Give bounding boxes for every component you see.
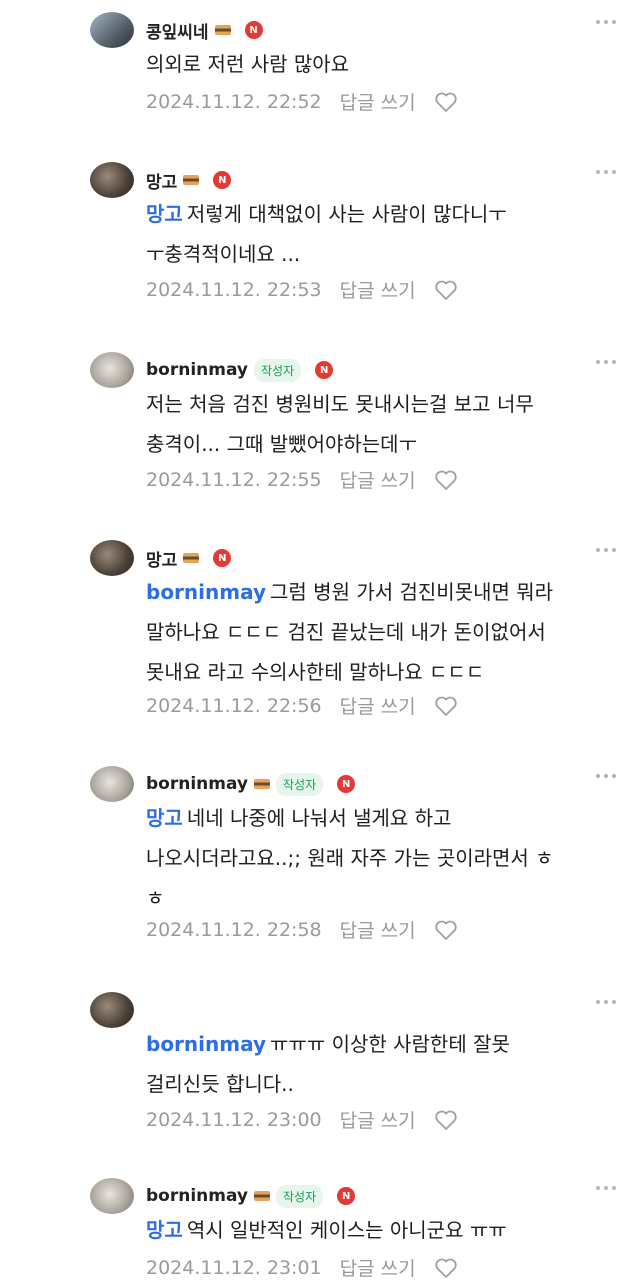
comment-line: 저는 처음 검진 병원비도 못내시는걸 보고 너무 — [146, 392, 534, 416]
mention-tag[interactable]: 망고 — [146, 806, 183, 830]
reply-button[interactable]: 답글 쓰기 — [340, 88, 416, 115]
timestamp: 2024.11.12. 22:53 — [146, 278, 322, 301]
avatar[interactable] — [90, 1178, 134, 1214]
nickname[interactable]: 콩잎씨네 — [146, 18, 209, 43]
comment-header: 망고 N — [146, 542, 232, 574]
new-badge: N — [213, 549, 232, 567]
heart-icon[interactable] — [434, 695, 458, 717]
author-badge: 작성자 — [276, 1184, 324, 1208]
comment-body: 망고 네네 나중에 나눠서 낼게요 하고 나오시더라고요..;; 원래 자주 가는… — [146, 798, 616, 918]
comment-meta: 2024.11.12. 23:01 답글 쓰기 — [146, 1254, 458, 1281]
mention-tag[interactable]: borninmay — [146, 1032, 266, 1056]
nickname[interactable]: borninmay — [146, 1186, 248, 1206]
heart-icon[interactable] — [434, 1257, 458, 1279]
nickname[interactable]: borninmay — [146, 774, 248, 794]
comment-header: borninmay 작성자 N — [146, 768, 356, 800]
comment-body: borninmay 그럼 병원 가서 검진비못내면 뭐라 말하나요 ㄷㄷㄷ 검진 … — [146, 572, 616, 692]
more-options-icon[interactable] — [596, 20, 616, 24]
comment-meta: 2024.11.12. 23:00 답글 쓰기 — [146, 1106, 458, 1133]
avatar[interactable] — [90, 12, 134, 48]
level-badge-icon — [183, 553, 200, 563]
avatar[interactable] — [90, 162, 134, 198]
comment-line: borninmay 그럼 병원 가서 검진비못내면 뭐라 — [146, 580, 554, 604]
comment-header: 콩잎씨네 N — [146, 14, 263, 46]
comment-line: 나오시더라고요..;; 원래 자주 가는 곳이라면서 ㅎ — [146, 846, 554, 870]
comment-line: ㅎ — [146, 886, 165, 910]
reply-button[interactable]: 답글 쓰기 — [340, 276, 416, 303]
comment-line: 망고 네네 나중에 나눠서 낼게요 하고 — [146, 806, 452, 830]
author-badge: 작성자 — [254, 358, 302, 382]
comment-line: 걸리신듯 합니다.. — [146, 1072, 294, 1096]
avatar[interactable] — [90, 766, 134, 802]
comment-meta: 2024.11.12. 22:52 답글 쓰기 — [146, 88, 458, 115]
avatar[interactable] — [90, 992, 134, 1028]
comment-line: borninmay ㅠㅠㅠ 이상한 사람한테 잘못 — [146, 1032, 510, 1056]
nickname[interactable]: 망고 — [146, 546, 177, 571]
comment-body: 의외로 저런 사람 많아요 — [146, 44, 616, 84]
mention-tag[interactable]: borninmay — [146, 580, 266, 604]
comment-line: 말하나요 ㄷㄷㄷ 검진 끝났는데 내가 돈이없어서 — [146, 620, 546, 644]
comment-line: 망고 저렇게 대책없이 사는 사람이 많다니ㅜ — [146, 202, 507, 226]
new-badge: N — [213, 171, 232, 189]
new-badge: N — [337, 775, 356, 793]
reply-button[interactable]: 답글 쓰기 — [340, 466, 416, 493]
reply-button[interactable]: 답글 쓰기 — [340, 916, 416, 943]
new-badge: N — [337, 1187, 356, 1205]
more-options-icon[interactable] — [596, 548, 616, 552]
comment-header: borninmay 작성자 N — [146, 1180, 356, 1212]
timestamp: 2024.11.12. 22:52 — [146, 90, 322, 113]
comment-meta: 2024.11.12. 22:56 답글 쓰기 — [146, 692, 458, 719]
comment-line: 의외로 저런 사람 많아요 — [146, 52, 350, 76]
timestamp: 2024.11.12. 22:56 — [146, 694, 322, 717]
comment-header: 망고 N — [146, 164, 232, 196]
mention-tag[interactable]: 망고 — [146, 1218, 183, 1242]
timestamp: 2024.11.12. 22:55 — [146, 468, 322, 491]
comment-meta: 2024.11.12. 22:58 답글 쓰기 — [146, 916, 458, 943]
level-badge-icon — [254, 779, 271, 789]
timestamp: 2024.11.12. 23:01 — [146, 1256, 322, 1279]
level-badge-icon — [214, 25, 231, 35]
mention-tag[interactable]: 망고 — [146, 202, 183, 226]
heart-icon[interactable] — [434, 469, 458, 491]
level-badge-icon — [183, 175, 200, 185]
comment-meta: 2024.11.12. 22:55 답글 쓰기 — [146, 466, 458, 493]
comment-line: 망고 역시 일반적인 케이스는 아니군요 ㅠㅠ — [146, 1218, 507, 1242]
comment-header: borninmay 작성자 N — [146, 354, 334, 386]
new-badge: N — [244, 21, 263, 39]
comment-line: 못내요 라고 수의사한테 말하나요 ㄷㄷㄷ — [146, 660, 485, 684]
comment-meta: 2024.11.12. 22:53 답글 쓰기 — [146, 276, 458, 303]
author-badge: 작성자 — [276, 772, 324, 796]
new-badge: N — [315, 361, 334, 379]
comment-body: borninmay ㅠㅠㅠ 이상한 사람한테 잘못 걸리신듯 합니다.. — [146, 1024, 616, 1104]
comment-line: ㅜ충격적이네요 ... — [146, 242, 301, 266]
comment-line: 충격이... 그때 발뺐어야하는데ㅜ — [146, 432, 417, 456]
nickname[interactable]: 망고 — [146, 168, 177, 193]
timestamp: 2024.11.12. 22:58 — [146, 918, 322, 941]
comment-body: 망고 저렇게 대책없이 사는 사람이 많다니ㅜ ㅜ충격적이네요 ... — [146, 194, 616, 274]
heart-icon[interactable] — [434, 1109, 458, 1131]
reply-button[interactable]: 답글 쓰기 — [340, 1106, 416, 1133]
comment-body: 저는 처음 검진 병원비도 못내시는걸 보고 너무 충격이... 그때 발뺐어야… — [146, 384, 616, 464]
timestamp: 2024.11.12. 23:00 — [146, 1108, 322, 1131]
nickname[interactable]: borninmay — [146, 360, 248, 380]
reply-button[interactable]: 답글 쓰기 — [340, 1254, 416, 1281]
heart-icon[interactable] — [434, 91, 458, 113]
more-options-icon[interactable] — [596, 1000, 616, 1004]
more-options-icon[interactable] — [596, 170, 616, 174]
heart-icon[interactable] — [434, 919, 458, 941]
avatar[interactable] — [90, 352, 134, 388]
reply-button[interactable]: 답글 쓰기 — [340, 692, 416, 719]
level-badge-icon — [254, 1191, 271, 1201]
avatar[interactable] — [90, 540, 134, 576]
more-options-icon[interactable] — [596, 360, 616, 364]
comment-body: 망고 역시 일반적인 케이스는 아니군요 ㅠㅠ — [146, 1210, 616, 1250]
more-options-icon[interactable] — [596, 774, 616, 778]
heart-icon[interactable] — [434, 279, 458, 301]
more-options-icon[interactable] — [596, 1186, 616, 1190]
